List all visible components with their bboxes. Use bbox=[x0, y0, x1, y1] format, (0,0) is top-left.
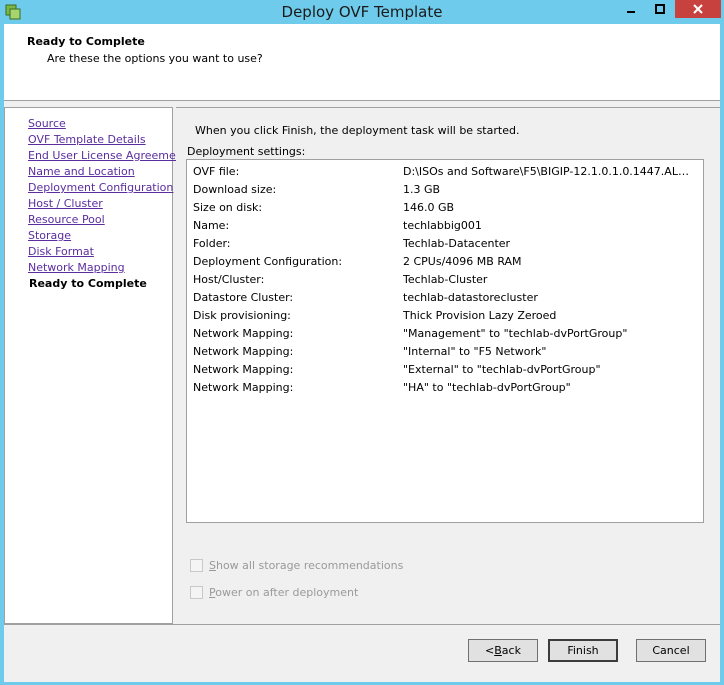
minimize-icon bbox=[626, 11, 635, 13]
step-link-name-and-location[interactable]: Name and Location bbox=[28, 165, 135, 178]
settings-key: Folder: bbox=[193, 237, 231, 250]
maximize-icon bbox=[654, 4, 665, 14]
settings-row: Datastore Cluster: techlab-datastoreclust… bbox=[193, 289, 699, 307]
settings-value: techlabbig001 bbox=[403, 219, 482, 232]
power-on-after-deployment-option[interactable]: Power on after deployment bbox=[190, 586, 358, 599]
settings-label: Deployment settings: bbox=[187, 145, 306, 158]
wizard-footer: < Back Finish Cancel bbox=[4, 624, 720, 682]
power-on-after-deployment-checkbox[interactable] bbox=[190, 586, 203, 599]
settings-value: Techlab-Datacenter bbox=[403, 237, 511, 250]
settings-row: Network Mapping: "Internal" to "F5 Networ… bbox=[193, 343, 699, 361]
close-button[interactable] bbox=[675, 0, 721, 18]
settings-key: Datastore Cluster: bbox=[193, 291, 294, 304]
step-current-ready-to-complete: Ready to Complete bbox=[29, 277, 147, 290]
show-storage-recommendations-checkbox[interactable] bbox=[190, 559, 203, 572]
back-button[interactable]: < Back bbox=[468, 639, 538, 662]
intro-text: When you click Finish, the deployment ta… bbox=[195, 124, 520, 137]
settings-value: techlab-datastorecluster bbox=[403, 291, 538, 304]
title-bar[interactable]: Deploy OVF Template bbox=[0, 0, 724, 24]
dialog-client-area: Ready to Complete Are these the options … bbox=[4, 24, 720, 682]
step-link-disk-format[interactable]: Disk Format bbox=[28, 245, 94, 258]
settings-row: Host/Cluster: Techlab-Cluster bbox=[193, 271, 699, 289]
settings-key: Network Mapping: bbox=[193, 345, 294, 358]
step-title: Ready to Complete bbox=[27, 35, 145, 48]
settings-value: 1.3 GB bbox=[403, 183, 441, 196]
settings-key: Network Mapping: bbox=[193, 363, 294, 376]
dialog-window: Deploy OVF Template Ready to Complete Ar… bbox=[0, 0, 724, 685]
settings-row: Size on disk: 146.0 GB bbox=[193, 199, 699, 217]
power-on-after-deployment-label: Power on after deployment bbox=[209, 586, 359, 599]
settings-row: Network Mapping: "HA" to "techlab-dvPortG… bbox=[193, 379, 699, 397]
settings-key: Size on disk: bbox=[193, 201, 263, 214]
settings-key: Network Mapping: bbox=[193, 327, 294, 340]
step-content: When you click Finish, the deployment ta… bbox=[176, 107, 720, 625]
settings-row: Network Mapping: "External" to "techlab-d… bbox=[193, 361, 699, 379]
settings-row: OVF file: D:\ISOs and Software\F5\BIGIP-1… bbox=[193, 163, 699, 181]
settings-value: Thick Provision Lazy Zeroed bbox=[403, 309, 557, 322]
window-title: Deploy OVF Template bbox=[281, 3, 443, 21]
step-link-ovf-template-details[interactable]: OVF Template Details bbox=[28, 133, 146, 146]
settings-value: D:\ISOs and Software\F5\BIGIP-12.1.0.1.0… bbox=[403, 165, 693, 178]
maximize-button[interactable] bbox=[646, 0, 673, 18]
settings-row: Folder: Techlab-Datacenter bbox=[193, 235, 699, 253]
step-link-network-mapping[interactable]: Network Mapping bbox=[28, 261, 125, 274]
settings-row: Name: techlabbig001 bbox=[193, 217, 699, 235]
settings-key: Download size: bbox=[193, 183, 277, 196]
minimize-button[interactable] bbox=[617, 0, 644, 18]
settings-value: "External" to "techlab-dvPortGroup" bbox=[403, 363, 601, 376]
settings-key: Disk provisioning: bbox=[193, 309, 291, 322]
settings-key: Name: bbox=[193, 219, 230, 232]
settings-key: OVF file: bbox=[193, 165, 240, 178]
wizard-header: Ready to Complete Are these the options … bbox=[4, 24, 720, 101]
step-link-deployment-configuration[interactable]: Deployment Configuration bbox=[28, 181, 173, 194]
step-link-host-cluster[interactable]: Host / Cluster bbox=[28, 197, 103, 210]
settings-value: "Management" to "techlab-dvPortGroup" bbox=[403, 327, 628, 340]
settings-key: Network Mapping: bbox=[193, 381, 294, 394]
settings-row: Download size: 1.3 GB bbox=[193, 181, 699, 199]
settings-value: 2 CPUs/4096 MB RAM bbox=[403, 255, 522, 268]
settings-row: Network Mapping: "Management" to "techlab… bbox=[193, 325, 699, 343]
settings-value: 146.0 GB bbox=[403, 201, 455, 214]
step-link-storage[interactable]: Storage bbox=[28, 229, 71, 242]
settings-value: "Internal" to "F5 Network" bbox=[403, 345, 547, 358]
settings-value: Techlab-Cluster bbox=[403, 273, 488, 286]
show-storage-recommendations-option[interactable]: Show all storage recommendations bbox=[190, 559, 403, 572]
close-icon bbox=[693, 4, 703, 14]
cancel-button[interactable]: Cancel bbox=[636, 639, 706, 662]
show-storage-recommendations-label: Show all storage recommendations bbox=[209, 559, 404, 572]
finish-button[interactable]: Finish bbox=[548, 639, 618, 662]
settings-list[interactable]: OVF file: D:\ISOs and Software\F5\BIGIP-1… bbox=[186, 159, 704, 523]
step-subtitle: Are these the options you want to use? bbox=[47, 52, 263, 65]
step-link-source[interactable]: Source bbox=[28, 117, 66, 130]
settings-key: Host/Cluster: bbox=[193, 273, 265, 286]
settings-key: Deployment Configuration: bbox=[193, 255, 343, 268]
settings-row: Disk provisioning: Thick Provision Lazy Z… bbox=[193, 307, 699, 325]
settings-row: Deployment Configuration: 2 CPUs/4096 MB … bbox=[193, 253, 699, 271]
wizard-step-list: Source OVF Template Details End User Lic… bbox=[4, 107, 187, 624]
step-link-eula[interactable]: End User License Agreement bbox=[28, 149, 187, 162]
settings-value: "HA" to "techlab-dvPortGroup" bbox=[403, 381, 571, 394]
step-link-resource-pool[interactable]: Resource Pool bbox=[28, 213, 105, 226]
